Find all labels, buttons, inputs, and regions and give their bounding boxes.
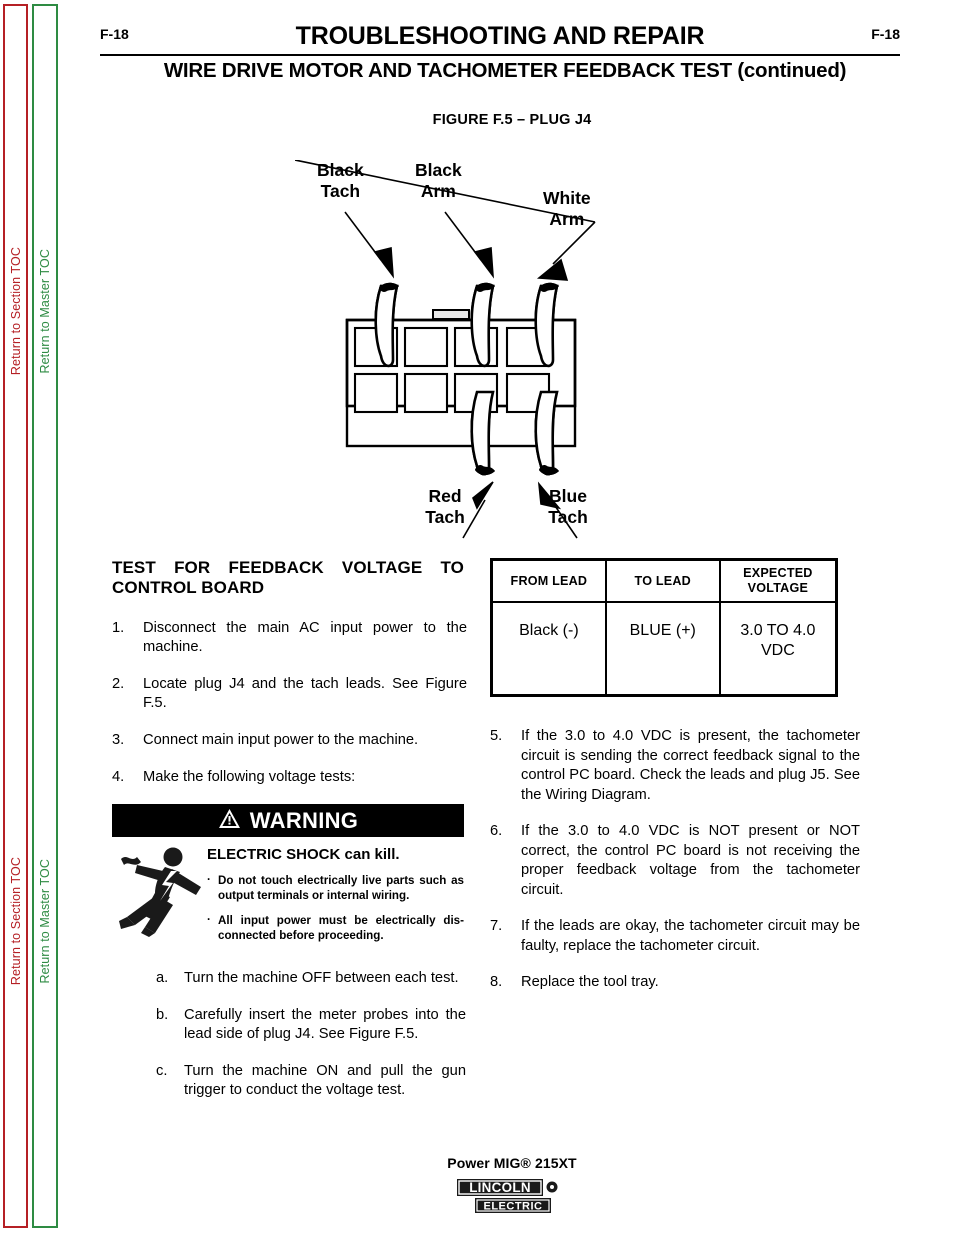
- list-item: 2. Locate plug J4 and the tach leads. Se…: [112, 675, 467, 714]
- step-marker: 6.: [490, 823, 503, 840]
- section-heading-line1: TEST FOR FEEDBACK VOLTAGE TO: [112, 558, 464, 577]
- expected-voltage-table: FROM LEAD TO LEAD EXPECTED VOLTAGE Black…: [490, 558, 838, 697]
- substep-marker: a.: [156, 970, 169, 987]
- substep-marker: b.: [156, 1006, 169, 1023]
- procedure-substeps: a. Turn the machine OFF between each tes…: [156, 969, 466, 1101]
- step-text: If the 3.0 to 4.0 VDC is NOT present or …: [521, 823, 860, 898]
- step-marker: 3.: [112, 731, 125, 748]
- page-content: F-18 TROUBLESHOOTING AND REPAIR F-18 WIR…: [70, 0, 954, 1235]
- figure-label-black-tach: Black Tach: [317, 160, 364, 201]
- list-item: c. Turn the machine ON and pull the gun …: [156, 1062, 466, 1101]
- figure-label-black-arm: Black Arm: [415, 160, 462, 201]
- section-heading: TEST FOR FEEDBACK VOLTAGE TO CONTROL BOA…: [112, 558, 464, 599]
- step-marker: 7.: [490, 918, 503, 935]
- list-item: 3. Connect main input power to the machi…: [112, 731, 467, 751]
- svg-text:LINCOLN: LINCOLN: [469, 1180, 531, 1195]
- table-header-expected-voltage: EXPECTED VOLTAGE: [718, 558, 838, 603]
- list-item: 1. Disconnect the main AC input power to…: [112, 619, 467, 658]
- table-row: Black (-) BLUE (+) 3.0 TO 4.0 VDC: [490, 601, 838, 697]
- page-subtitle: WIRE DRIVE MOTOR AND TACHOMETER FEEDBACK…: [163, 59, 847, 82]
- sidebar-section-toc-label-bottom: Return to Section TOC: [8, 856, 23, 986]
- list-item: b. Carefully insert the meter probes int…: [156, 1006, 466, 1045]
- step-text: Locate plug J4 and the tach leads. See F…: [143, 675, 467, 712]
- figure-label-white-arm: White Arm: [543, 188, 591, 229]
- substep-marker: c.: [156, 1062, 168, 1079]
- bullet-marker: ·: [207, 912, 211, 926]
- warning-bullet: · All input power must be electrically d…: [207, 913, 464, 944]
- procedure-steps-right: 5. If the 3.0 to 4.0 VDC is present, the…: [490, 727, 860, 993]
- table-header-from-lead: FROM LEAD: [490, 558, 607, 603]
- step-text: Connect main input power to the machine.: [143, 731, 419, 748]
- list-item: 6. If the 3.0 to 4.0 VDC is NOT present …: [490, 822, 860, 900]
- page-footer: Power MIG® 215XT LINCOLN ELECTRIC: [70, 1155, 954, 1223]
- section-heading-line2: CONTROL BOARD: [112, 578, 265, 598]
- list-item: 4. Make the following voltage tests:: [112, 768, 467, 788]
- cell-expected-voltage: 3.0 TO 4.0 VDC: [718, 601, 838, 697]
- step-text: Disconnect the main AC input power to th…: [143, 619, 467, 656]
- substep-text: Turn the machine OFF between each test.: [184, 970, 459, 987]
- table-header-to-lead: TO LEAD: [604, 558, 721, 603]
- procedure-steps-left: 1. Disconnect the main AC input power to…: [112, 619, 467, 787]
- page-header: F-18 TROUBLESHOOTING AND REPAIR F-18: [100, 22, 900, 58]
- page-title: TROUBLESHOOTING AND REPAIR: [295, 22, 705, 50]
- sidebar-section-toc-label-top: Return to Section TOC: [8, 246, 23, 376]
- electric-shock-icon: [115, 841, 207, 938]
- cell-to-lead: BLUE (+): [604, 601, 721, 697]
- right-column: FROM LEAD TO LEAD EXPECTED VOLTAGE Black…: [490, 558, 860, 1010]
- sidebar-return-to-master-toc[interactable]: Return to Master TOC Return to Master TO…: [32, 4, 58, 1228]
- svg-text:ELECTRIC: ELECTRIC: [484, 1200, 543, 1212]
- cell-from-lead: Black (-): [490, 601, 607, 697]
- warning-bullet-text: All input power must be electrically dis…: [218, 913, 464, 942]
- sidebar-return-to-section-toc[interactable]: Return to Section TOC Return to Section …: [3, 4, 28, 1228]
- list-item: 5. If the 3.0 to 4.0 VDC is present, the…: [490, 727, 860, 805]
- warning-block: WARNING ELECTRIC SHOCK can kill. · Do no…: [112, 804, 464, 943]
- list-item: 8. Replace the tool tray.: [490, 973, 860, 993]
- warning-banner-label: WARNING: [249, 807, 359, 833]
- warning-bullet-text: Do not touch electrically live parts suc…: [218, 874, 464, 903]
- list-item: a. Turn the machine OFF between each tes…: [156, 969, 466, 989]
- figure-caption: FIGURE F.5 – PLUG J4: [432, 112, 592, 128]
- step-text: Make the following voltage tests:: [143, 768, 356, 785]
- step-marker: 8.: [490, 974, 503, 991]
- step-text: If the 3.0 to 4.0 VDC is present, the ta…: [521, 728, 860, 803]
- left-column: TEST FOR FEEDBACK VOLTAGE TO CONTROL BOA…: [112, 558, 467, 1118]
- bullet-marker: ·: [207, 873, 211, 887]
- step-text: Replace the tool tray.: [521, 974, 659, 991]
- warning-body: ELECTRIC SHOCK can kill. · Do not touch …: [112, 837, 464, 943]
- step-marker: 2.: [112, 675, 125, 692]
- lincoln-electric-logo: LINCOLN ELECTRIC: [453, 1178, 571, 1223]
- table-header-row: FROM LEAD TO LEAD EXPECTED VOLTAGE: [490, 558, 838, 603]
- step-marker: 1.: [112, 619, 125, 636]
- connector-latch-tab: [432, 309, 470, 320]
- warning-bullet: · Do not touch electrically live parts s…: [207, 873, 464, 904]
- step-marker: 4.: [112, 768, 125, 785]
- step-text: If the leads are okay, the tachometer ci…: [521, 918, 860, 954]
- figure-label-blue-tach: Blue Tach: [548, 486, 588, 527]
- folio-right: F-18: [871, 26, 900, 42]
- sidebar-master-toc-label-top: Return to Master TOC: [38, 248, 52, 374]
- figure-plug-j4-diagram: Black Tach Black Arm White Arm Red Tach …: [294, 159, 655, 560]
- substep-text: Turn the machine ON and pull the gun tri…: [184, 1062, 466, 1099]
- warning-triangle-icon: [218, 808, 241, 834]
- sidebar-master-toc-label-bottom: Return to Master TOC: [38, 858, 52, 984]
- plug-j4-svg: [294, 159, 596, 539]
- warning-banner: WARNING: [112, 804, 464, 838]
- header-divider: [100, 54, 900, 56]
- figure-label-red-tach: Red Tach: [425, 486, 465, 527]
- substep-text: Carefully insert the meter probes into t…: [184, 1006, 466, 1043]
- warning-headline: ELECTRIC SHOCK can kill.: [207, 846, 400, 864]
- step-marker: 5.: [490, 728, 503, 744]
- list-item: 7. If the leads are okay, the tachometer…: [490, 917, 860, 956]
- product-name: Power MIG® 215XT: [447, 1155, 577, 1171]
